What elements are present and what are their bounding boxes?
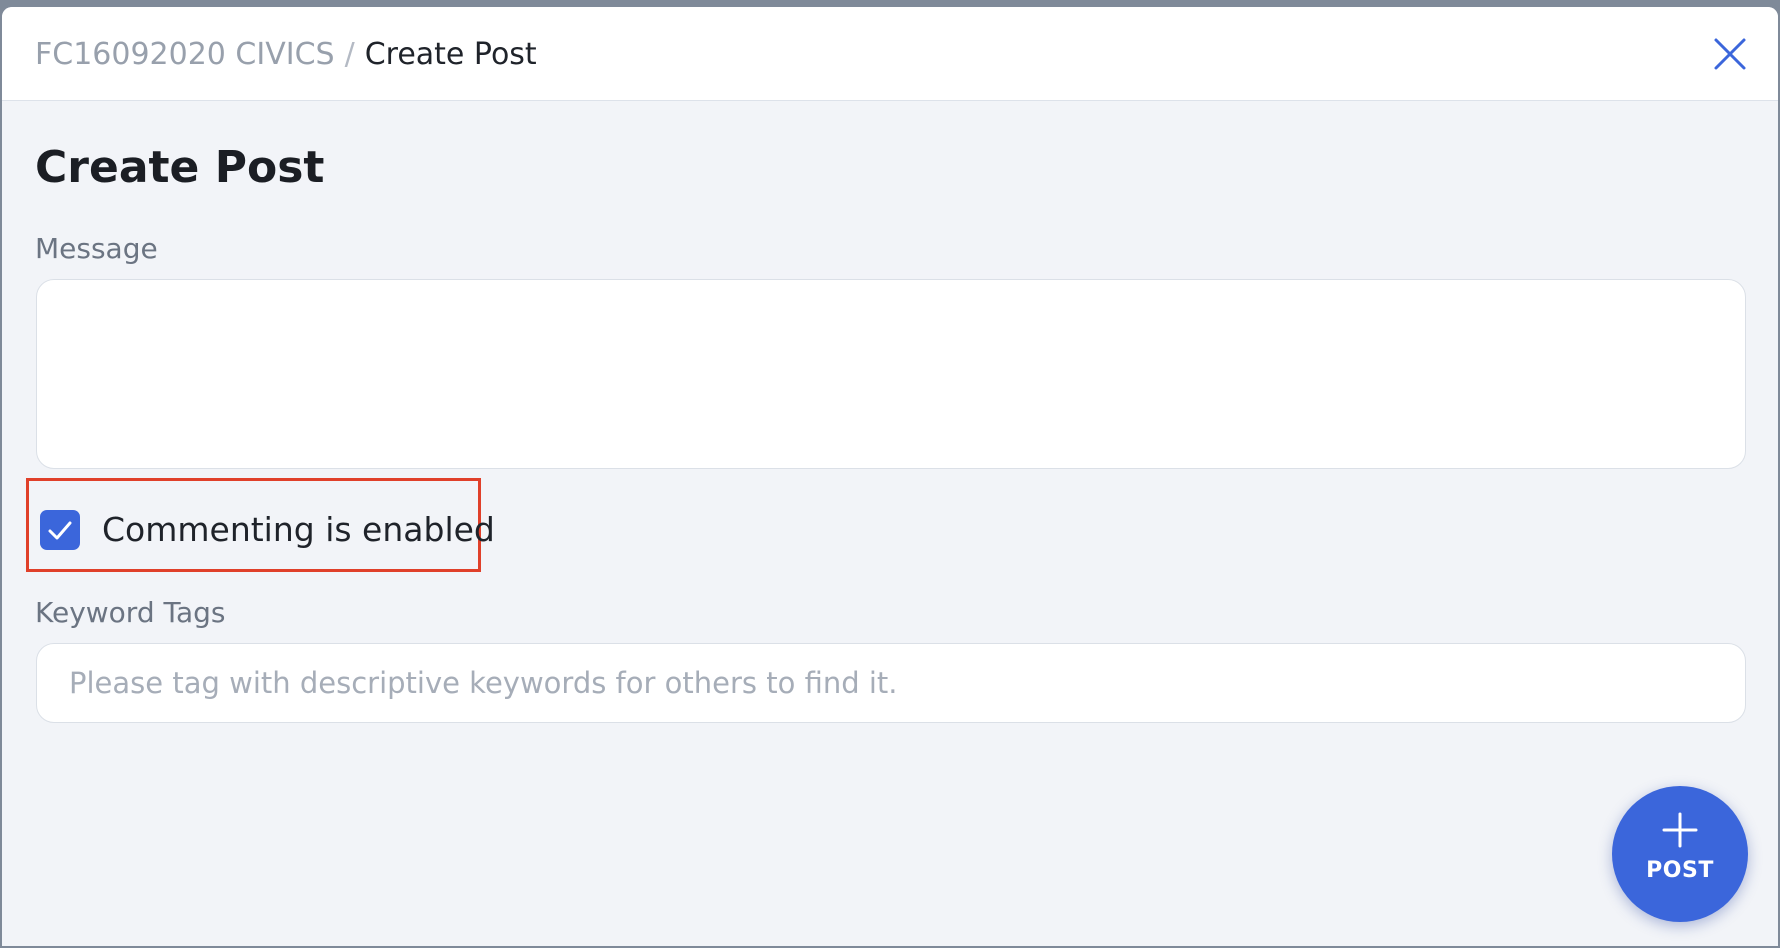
message-label: Message <box>35 232 158 265</box>
close-button[interactable] <box>1710 34 1750 74</box>
breadcrumb-current: Create Post <box>364 37 537 72</box>
modal-header: FC16092020 CIVICS / Create Post <box>2 7 1778 101</box>
message-input[interactable] <box>36 279 1746 469</box>
close-icon <box>1714 38 1746 70</box>
keyword-tags-input[interactable] <box>36 643 1746 723</box>
breadcrumb-separator: / <box>344 37 355 72</box>
breadcrumb-parent[interactable]: FC16092020 CIVICS <box>35 37 335 72</box>
commenting-label[interactable]: Commenting is enabled <box>102 509 495 551</box>
commenting-checkbox[interactable] <box>40 510 80 550</box>
checkmark-icon <box>48 521 72 540</box>
keyword-tags-label: Keyword Tags <box>35 596 226 629</box>
plus-icon <box>1662 812 1698 848</box>
page-title: Create Post <box>35 142 325 193</box>
create-post-modal: FC16092020 CIVICS / Create Post Create Pos… <box>2 7 1778 946</box>
post-button-label: POST <box>1646 858 1714 883</box>
post-button[interactable]: POST <box>1612 786 1748 922</box>
breadcrumb: FC16092020 CIVICS / Create Post <box>35 35 537 75</box>
